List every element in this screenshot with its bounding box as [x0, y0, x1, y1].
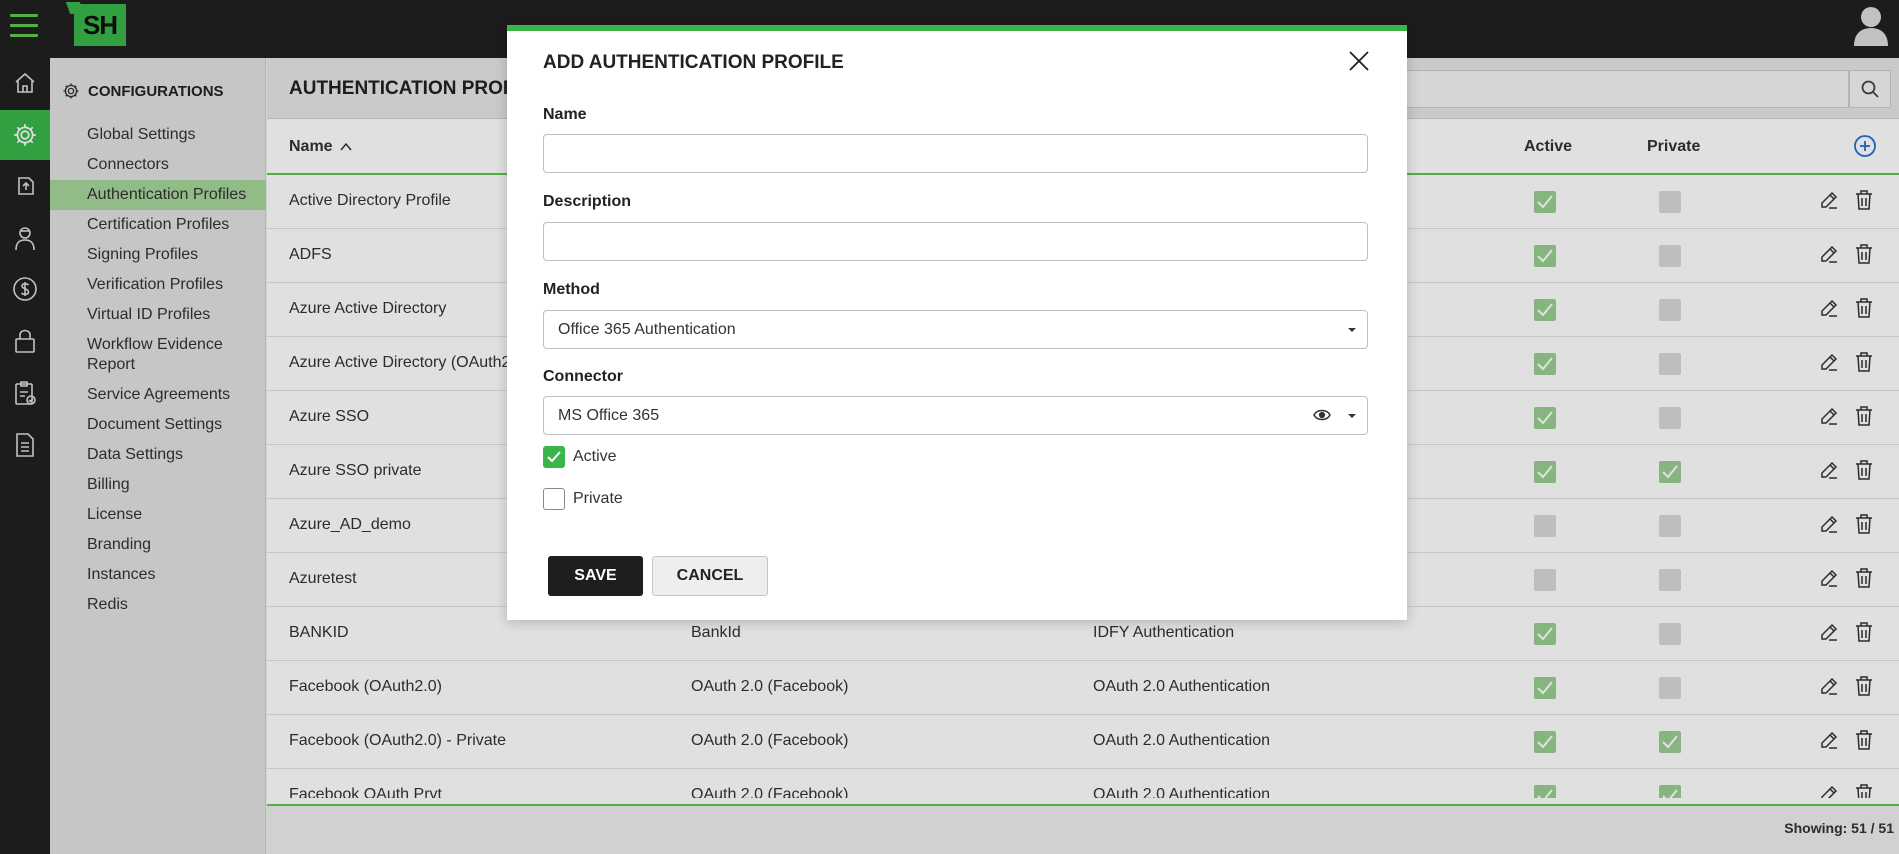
dialog-title: ADD AUTHENTICATION PROFILE	[543, 52, 844, 73]
connector-selected-value: MS Office 365	[558, 407, 660, 424]
private-checkbox-row: Private	[543, 488, 623, 510]
connector-select[interactable]: MS Office 365	[543, 396, 1368, 435]
save-button[interactable]: SAVE	[548, 556, 643, 596]
active-checkbox-label: Active	[573, 448, 617, 465]
active-checkbox[interactable]	[543, 446, 565, 468]
description-label: Description	[543, 193, 632, 210]
chevron-down-icon	[1348, 414, 1356, 418]
active-checkbox-row: Active	[543, 446, 617, 468]
close-icon	[1349, 51, 1369, 71]
private-checkbox[interactable]	[543, 488, 565, 510]
method-selected-value: Office 365 Authentication	[558, 321, 736, 338]
name-label: Name	[543, 106, 587, 123]
private-checkbox-label: Private	[573, 490, 623, 507]
add-authentication-profile-dialog: ADD AUTHENTICATION PROFILE Name Descript…	[507, 25, 1407, 620]
method-label: Method	[543, 281, 600, 298]
checkmark-icon	[547, 451, 561, 463]
eye-icon[interactable]	[1313, 408, 1331, 427]
cancel-button[interactable]: CANCEL	[652, 556, 768, 596]
description-field[interactable]	[543, 222, 1368, 261]
name-field[interactable]	[543, 134, 1368, 173]
connector-label: Connector	[543, 368, 623, 385]
chevron-down-icon	[1348, 328, 1356, 332]
close-button[interactable]	[1349, 51, 1369, 76]
method-select[interactable]: Office 365 Authentication	[543, 310, 1368, 349]
